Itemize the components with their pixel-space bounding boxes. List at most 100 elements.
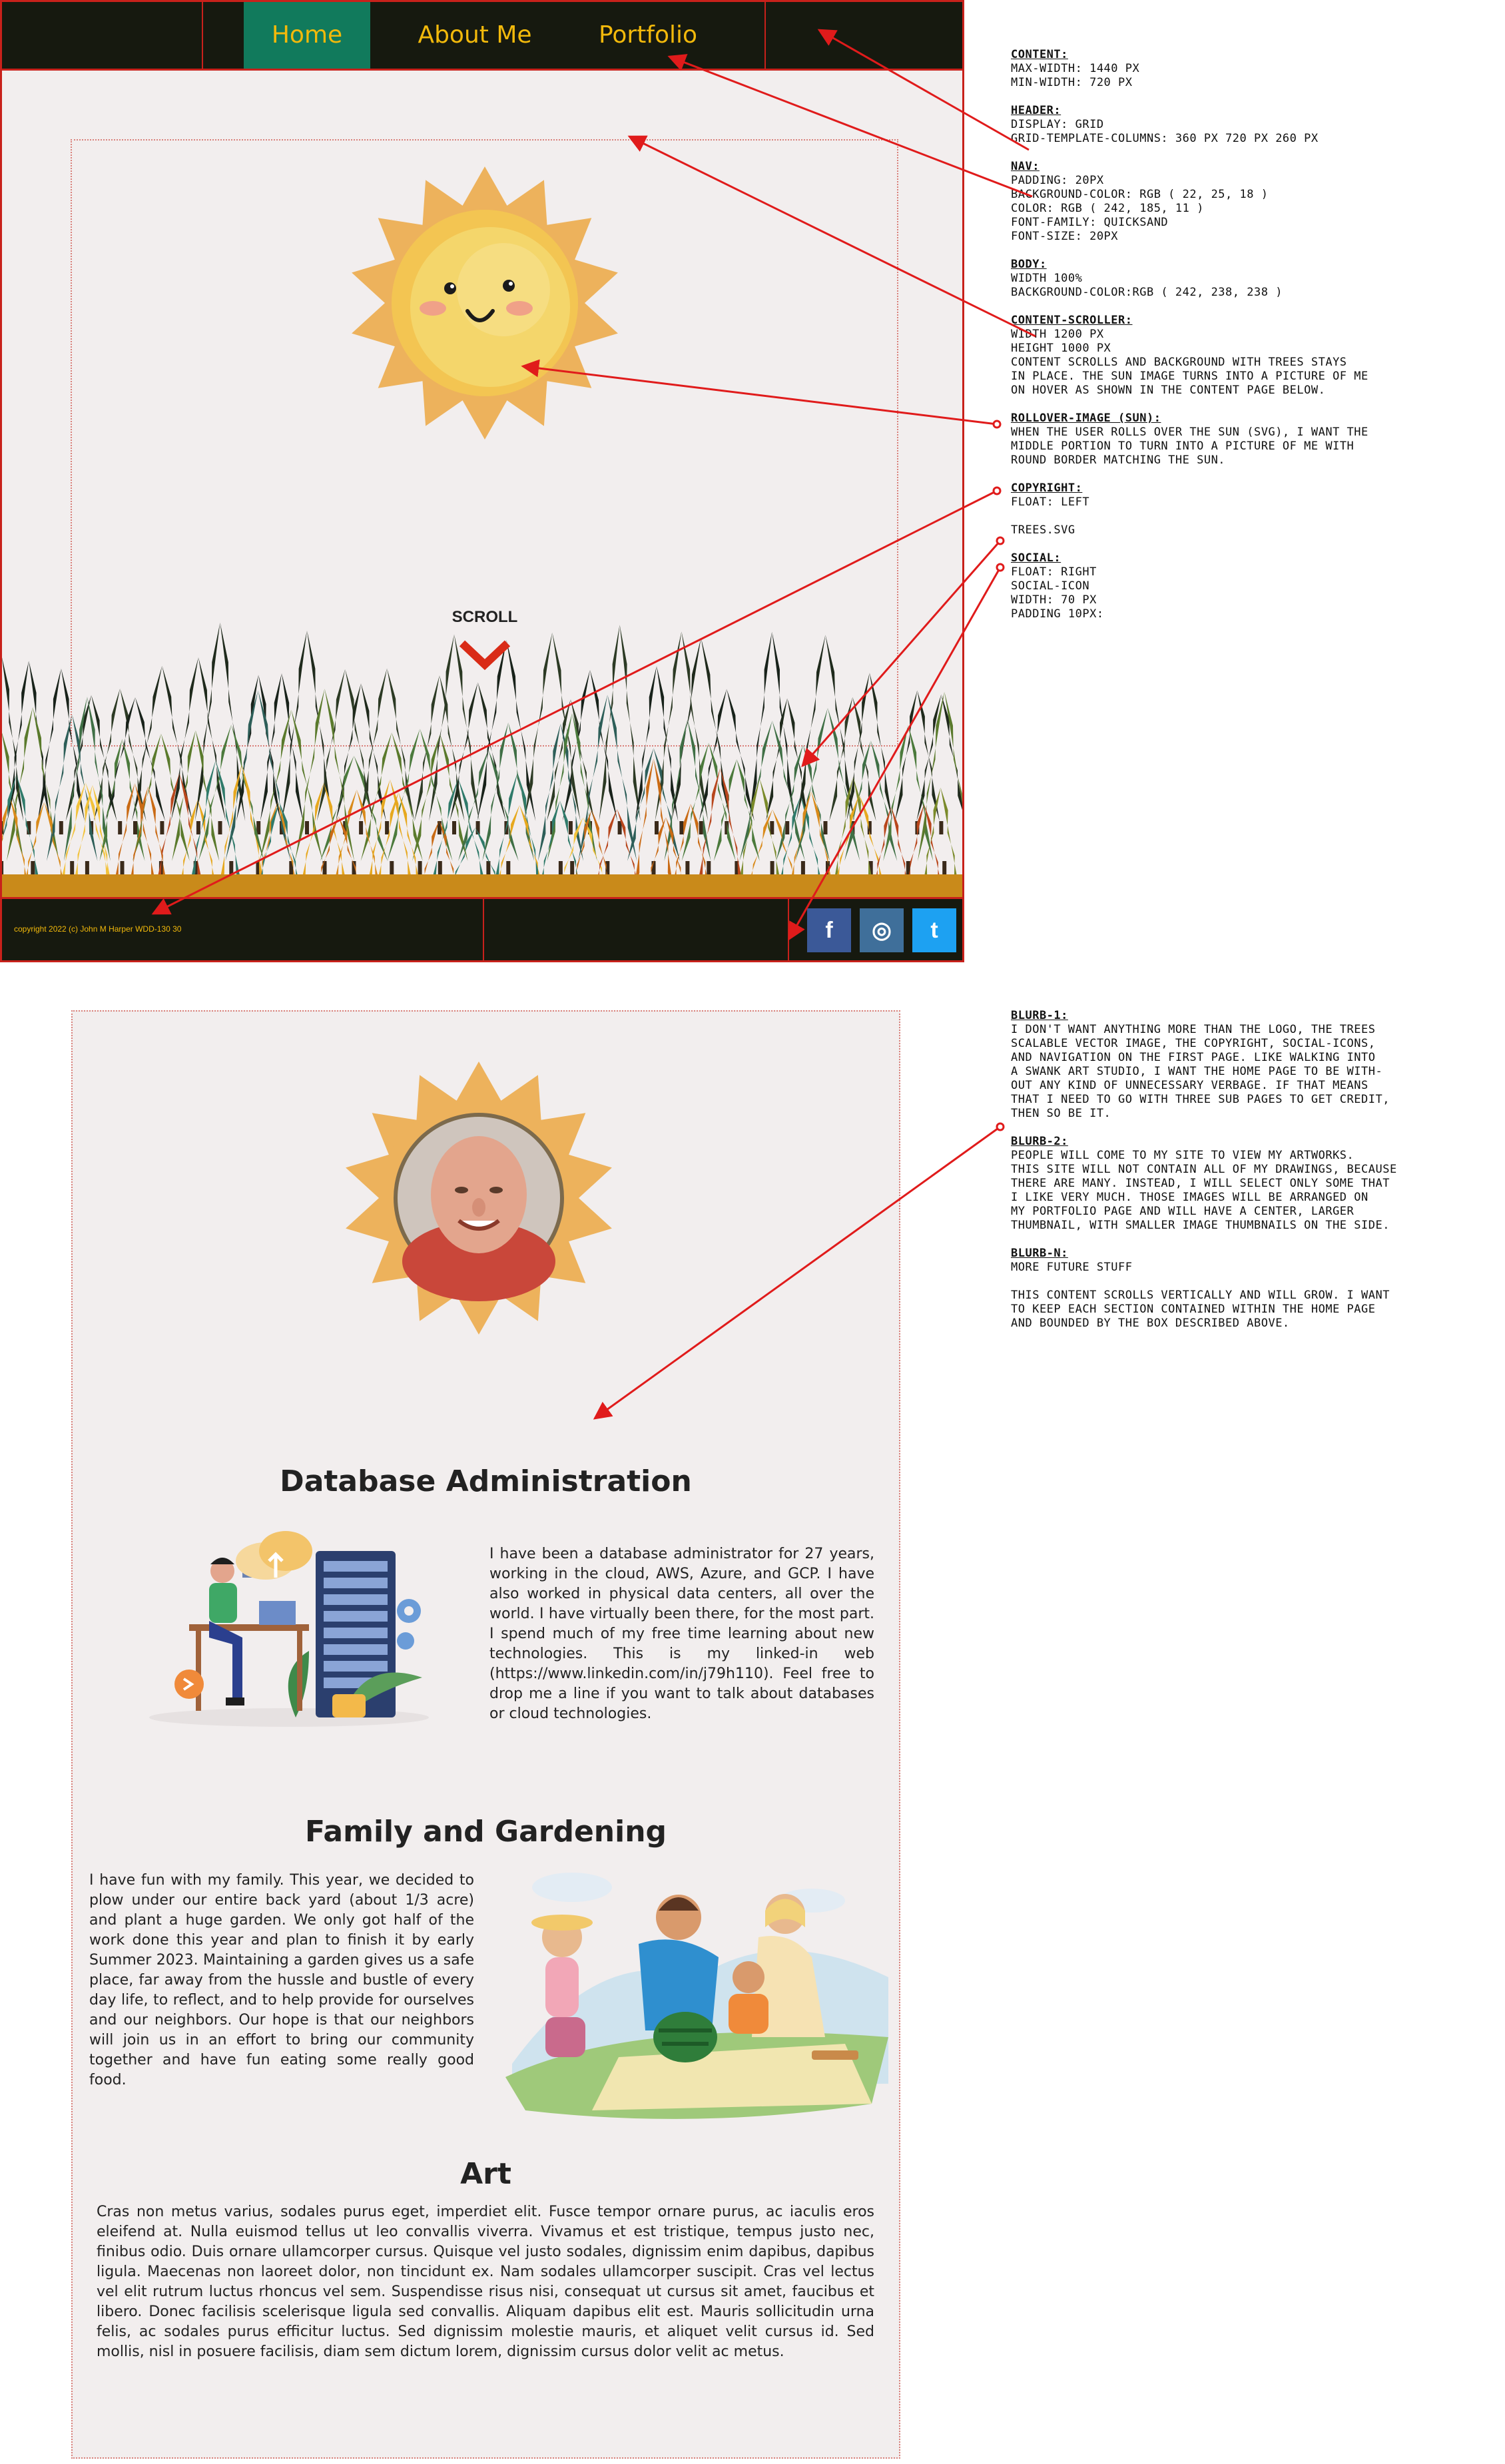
note-title: blurb-2: bbox=[1011, 1135, 1068, 1148]
tree-trunk bbox=[942, 861, 947, 874]
footer-divider bbox=[483, 899, 484, 960]
note-line: on hover as shown in the content page be… bbox=[1011, 384, 1326, 397]
tree-shape bbox=[635, 666, 679, 821]
tree-shape bbox=[829, 697, 876, 821]
nav-about-me[interactable]: About Me bbox=[395, 2, 555, 69]
nav-portfolio[interactable]: Portfolio bbox=[575, 2, 721, 69]
note-line: there are many. Instead, I will select o… bbox=[1011, 1177, 1390, 1190]
note-line: social-icon bbox=[1011, 579, 1090, 593]
section-title-art: Art bbox=[460, 2157, 511, 2191]
instagram-icon[interactable]: ◎ bbox=[860, 908, 904, 952]
note-title: Header: bbox=[1011, 104, 1061, 117]
note-line: width 100% bbox=[1011, 272, 1083, 285]
note-line: then so be it. bbox=[1011, 1107, 1111, 1120]
tree-trunk bbox=[823, 821, 828, 834]
tree-trunk bbox=[59, 821, 63, 834]
tree-trunk bbox=[70, 861, 75, 874]
tree-trunk bbox=[385, 821, 390, 834]
header-divider bbox=[202, 2, 203, 69]
section-title-family: Family and Gardening bbox=[304, 1815, 667, 1849]
section-title-database: Database Administration bbox=[280, 1464, 692, 1498]
note-line: more future stuff bbox=[1011, 1261, 1133, 1274]
tree-trunk bbox=[506, 861, 511, 874]
note-line: out any kind of unnecessary verbage. If … bbox=[1011, 1079, 1368, 1092]
tree-shape bbox=[599, 625, 641, 821]
tree-trunk bbox=[770, 861, 774, 874]
note-line: grid-template-columns: 360 px 720 px 260… bbox=[1011, 132, 1319, 145]
note-title: blurb-n: bbox=[1011, 1247, 1068, 1260]
note-title: Nav: bbox=[1011, 160, 1040, 173]
note-block: blurb-2: People will come to my site to v… bbox=[1011, 1135, 1477, 1233]
note-title: copyright: bbox=[1011, 481, 1083, 495]
tree-trunk bbox=[359, 821, 364, 834]
note-line: in place. the sun image turns into a pic… bbox=[1011, 370, 1368, 383]
sun-icon[interactable] bbox=[345, 163, 625, 443]
note-line: trees.svg bbox=[1011, 523, 1075, 537]
note-block: copyright: float: left bbox=[1011, 481, 1477, 509]
nav-home[interactable]: Home bbox=[244, 2, 370, 69]
note-line: I don't want anything more than the logo… bbox=[1011, 1023, 1376, 1036]
note-line: padding: 20px bbox=[1011, 174, 1104, 187]
note-line: width: 70 px bbox=[1011, 593, 1097, 607]
note-block: blurb-1: I don't want anything more than … bbox=[1011, 1009, 1477, 1121]
note-line: and navigation on the first page. Like w… bbox=[1011, 1051, 1376, 1064]
note-block: Body: width 100% background-color:rgb ( 24… bbox=[1011, 258, 1477, 300]
tree-trunk bbox=[707, 861, 711, 874]
note-line: padding 10px: bbox=[1011, 607, 1104, 621]
design-notes-bottom: blurb-1: I don't want anything more than … bbox=[1011, 1009, 1477, 1345]
tree-shape bbox=[414, 675, 465, 821]
tree-shape bbox=[524, 632, 581, 821]
note-line: This content scrolls vertically and will… bbox=[1011, 1289, 1390, 1302]
tree-shape bbox=[450, 682, 506, 821]
tree-trunk bbox=[133, 821, 137, 834]
note-block: rollover-image (sun): when the user rolls… bbox=[1011, 412, 1477, 467]
tree-trunk bbox=[2, 861, 4, 874]
tree-trunk bbox=[305, 821, 309, 834]
design-notes-top: Content: max-width: 1440 px min-width: 720… bbox=[1011, 48, 1477, 635]
tree-trunk bbox=[218, 821, 222, 834]
tree-trunk bbox=[685, 861, 690, 874]
header-divider bbox=[764, 2, 766, 69]
note-line: background-color:rgb ( 242, 238, 238 ) bbox=[1011, 286, 1283, 299]
note-line: that I need to go with three sub pages t… bbox=[1011, 1093, 1390, 1106]
note-line: height 1000 px bbox=[1011, 342, 1111, 355]
note-title: Body: bbox=[1011, 258, 1047, 271]
note-line: scalable vector image, the copyright, so… bbox=[1011, 1037, 1376, 1050]
tree-trunk bbox=[679, 821, 684, 834]
note-line: font-family: quicksand bbox=[1011, 216, 1169, 229]
note-line: I like very much. Those images will be a… bbox=[1011, 1191, 1368, 1204]
tree-shape bbox=[671, 637, 731, 821]
note-block: Nav: padding: 20px background-color: rgb (… bbox=[1011, 160, 1477, 244]
family-picnic-illustration bbox=[505, 1873, 888, 2119]
note-line: float: left bbox=[1011, 495, 1090, 509]
twitter-icon[interactable]: t bbox=[912, 908, 956, 952]
tree-shape bbox=[7, 661, 51, 821]
note-line: my portfolio page and will have a center… bbox=[1011, 1205, 1354, 1218]
tree-trunk bbox=[800, 861, 805, 874]
homepage-mockup: Home About Me Portfolio SCROLL copyright… bbox=[0, 0, 964, 962]
note-line: a swank art studio, I want the home page… bbox=[1011, 1065, 1383, 1078]
chevron-down-icon[interactable] bbox=[457, 638, 513, 671]
note-line: This site will not contain all of my dra… bbox=[1011, 1163, 1397, 1176]
note-line: People will come to my site to view my a… bbox=[1011, 1149, 1354, 1162]
avatar[interactable] bbox=[339, 1058, 619, 1338]
section-text-art: Cras non metus varius, sodales purus ege… bbox=[97, 2204, 874, 2360]
facebook-icon[interactable]: f bbox=[807, 908, 851, 952]
tree-trunk bbox=[558, 861, 563, 874]
tree-trunk bbox=[31, 861, 35, 874]
section-text-family: I have fun with my family. This year, we… bbox=[89, 1872, 474, 2088]
note-block: Header: display: grid grid-template-column… bbox=[1011, 104, 1477, 146]
note-line: font-size: 20px bbox=[1011, 230, 1119, 243]
tree-trunk bbox=[568, 821, 573, 834]
tree-trunk bbox=[118, 821, 123, 834]
note-line: max-width: 1440 px bbox=[1011, 62, 1140, 75]
database-admin-illustration bbox=[149, 1531, 429, 1727]
note-title: blurb-1: bbox=[1011, 1009, 1068, 1022]
tree-trunk bbox=[229, 861, 234, 874]
note-line: content scrolls and background with tree… bbox=[1011, 356, 1347, 369]
note-line: background-color: rgb ( 22, 25, 18 ) bbox=[1011, 188, 1269, 201]
tree-trunk bbox=[160, 821, 164, 834]
tree-trunk bbox=[699, 821, 703, 834]
note-line: and bounded by the box described above. bbox=[1011, 1317, 1290, 1330]
tree-shape bbox=[225, 690, 291, 861]
